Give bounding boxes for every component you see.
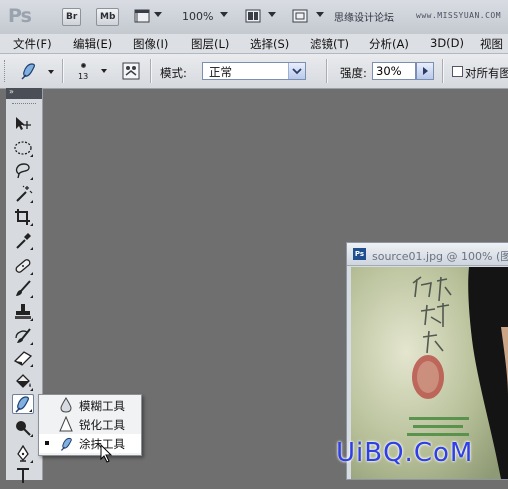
menu-bar: 文件(F) 编辑(E) 图像(I) 图层(L) 选择(S) 滤镜(T) 分析(A…	[0, 34, 508, 54]
move-tool[interactable]	[12, 114, 34, 134]
toolbox-grip[interactable]	[12, 103, 36, 106]
options-grip[interactable]	[4, 60, 8, 82]
eyedropper-tool[interactable]	[12, 231, 34, 251]
brand-url: www.MISSYUAN.COM	[416, 11, 502, 20]
sample-all-layers-checkbox[interactable]	[452, 66, 463, 77]
flyout-item-label: 锐化工具	[79, 418, 125, 432]
menu-view[interactable]: 视图	[480, 36, 503, 52]
site-watermark: UiBQ.CoM	[336, 438, 474, 468]
mode-value: 正常	[209, 65, 232, 79]
tool-preset-dropdown-arrow[interactable]	[48, 70, 54, 74]
mouse-pointer-icon	[100, 444, 113, 463]
healing-brush-tool[interactable]	[12, 256, 34, 276]
brush-panel-toggle-icon[interactable]	[122, 62, 140, 80]
type-icon	[17, 468, 29, 483]
flyout-item-label: 模糊工具	[79, 399, 125, 413]
launch-bridge-button[interactable]: Br	[62, 8, 82, 26]
brush-tip-preview-icon[interactable]	[81, 63, 86, 68]
mode-select[interactable]: 正常	[202, 62, 306, 80]
chevron-right-icon	[423, 67, 428, 75]
application-bar: Ps Br Mb 100% 思缘设计论坛 www.MISSYUAN.COM	[0, 0, 508, 35]
move-tool-icon	[16, 117, 31, 130]
options-separator	[62, 59, 63, 83]
menu-file[interactable]: 文件(F)	[13, 36, 52, 52]
arrange-dropdown-arrow[interactable]	[268, 12, 276, 17]
launch-minibridge-button[interactable]: Mb	[96, 8, 120, 26]
brush-size: 13	[78, 72, 89, 81]
smudge-tool-flyout: 模糊工具 锐化工具 涂抹工具	[38, 394, 142, 456]
options-separator	[326, 59, 327, 83]
arrange-documents-icon[interactable]	[245, 9, 261, 23]
menu-3d[interactable]: 3D(D)	[430, 36, 464, 50]
paint-bucket-tool[interactable]	[12, 372, 34, 392]
options-separator	[150, 59, 151, 83]
options-bar: 13 模式: 正常 强度: 对所有图	[0, 54, 508, 89]
zoom-level[interactable]: 100%	[182, 10, 213, 23]
chevron-down-icon	[292, 68, 302, 75]
flyout-item-smudge[interactable]: 涂抹工具	[39, 434, 141, 453]
flyout-item-sharpen[interactable]: 锐化工具	[39, 415, 141, 434]
tool-preset-smudge-icon[interactable]	[18, 61, 44, 81]
strength-label: 强度:	[340, 66, 367, 80]
sharpen-triangle-icon	[59, 416, 73, 432]
history-brush-tool[interactable]	[12, 326, 34, 346]
quick-selection-tool[interactable]	[12, 184, 34, 204]
menu-image[interactable]: 图像(I)	[133, 36, 168, 52]
screen-mode-icon[interactable]	[292, 9, 308, 23]
selected-bullet-icon	[45, 441, 49, 445]
view-extras-icon[interactable]	[134, 9, 150, 23]
dodge-tool[interactable]	[12, 418, 34, 438]
photoshop-logo: Ps	[8, 5, 32, 27]
smudge-finger-icon	[60, 437, 72, 451]
view-extras-dropdown-arrow[interactable]	[154, 12, 162, 17]
mode-label: 模式:	[160, 66, 187, 80]
mode-dropdown-button[interactable]	[288, 63, 305, 79]
smudge-tool[interactable]	[12, 394, 34, 414]
document-tab[interactable]: Ps source01.jpg @ 100% (图	[347, 243, 508, 266]
marquee-tool[interactable]	[12, 138, 34, 158]
strength-slider-button[interactable]	[416, 62, 434, 80]
menu-edit[interactable]: 编辑(E)	[73, 36, 112, 52]
blur-drop-icon	[60, 397, 72, 413]
eraser-tool[interactable]	[12, 348, 34, 368]
flyout-item-blur[interactable]: 模糊工具	[39, 396, 141, 415]
menu-select[interactable]: 选择(S)	[250, 36, 289, 52]
photoshop-document-icon: Ps	[353, 248, 366, 260]
screen-mode-dropdown-arrow[interactable]	[316, 12, 324, 17]
crop-tool[interactable]	[12, 207, 34, 227]
zoom-dropdown-arrow[interactable]	[220, 12, 228, 17]
menu-layer[interactable]: 图层(L)	[191, 36, 229, 52]
toolbox-header[interactable]: »	[6, 87, 42, 99]
menu-filter[interactable]: 滤镜(T)	[310, 36, 349, 52]
brand-text: 思缘设计论坛	[334, 13, 394, 24]
type-tool[interactable]	[12, 466, 34, 486]
document-title: source01.jpg @ 100% (图	[372, 250, 508, 263]
options-separator	[442, 59, 443, 83]
menu-analysis[interactable]: 分析(A)	[369, 36, 409, 52]
lasso-tool[interactable]	[12, 161, 34, 181]
brush-picker-dropdown-arrow[interactable]	[101, 69, 107, 73]
collapse-toolbox-icon[interactable]: »	[9, 87, 14, 96]
sample-all-layers-label: 对所有图	[465, 66, 508, 80]
pen-tool[interactable]	[12, 444, 34, 464]
strength-input[interactable]	[372, 62, 416, 80]
clone-stamp-tool[interactable]	[12, 302, 34, 322]
brush-tool[interactable]	[12, 279, 34, 299]
